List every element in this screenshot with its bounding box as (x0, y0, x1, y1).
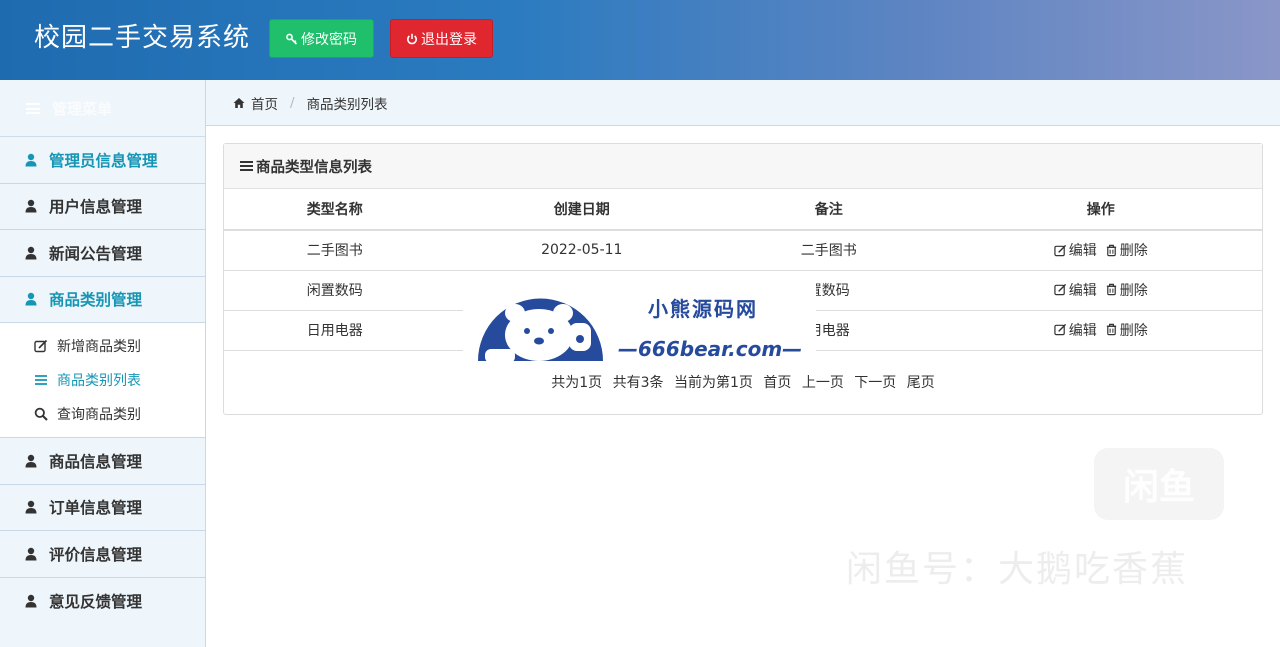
list-icon (240, 161, 253, 171)
cell-actions: 编辑 删除 (939, 310, 1262, 351)
edit-link[interactable]: 编辑 (1054, 320, 1097, 340)
category-submenu: 新增商品类别 商品类别列表 查询商品类别 (0, 323, 205, 438)
edit-icon (1054, 324, 1066, 336)
trash-icon (1106, 324, 1116, 336)
pager-first-link[interactable]: 首页 (763, 375, 791, 391)
user-icon (25, 293, 37, 306)
edit-link[interactable]: 编辑 (1054, 240, 1097, 260)
delete-link[interactable]: 删除 (1105, 280, 1148, 300)
breadcrumb-separator: / (290, 94, 295, 111)
pagination: 共为1页 共有3条 当前为第1页 首页 上一页 下一页 尾页 (224, 372, 1262, 392)
key-icon (286, 33, 298, 45)
user-icon (25, 153, 37, 167)
sidebar-heading: 管理菜单 (0, 80, 205, 137)
sidebar-item-goods-category[interactable]: 商品类别管理 (0, 276, 205, 323)
list-icon (35, 375, 47, 385)
user-icon (25, 200, 37, 213)
home-icon (233, 97, 245, 108)
panel-heading: 商品类型信息列表 (224, 144, 1262, 189)
delete-link[interactable]: 删除 (1105, 240, 1148, 260)
logout-label: 退出登录 (421, 31, 477, 48)
trash-icon (1106, 244, 1116, 256)
sidebar-item-goods[interactable]: 商品信息管理 (0, 438, 205, 485)
user-icon (25, 594, 37, 608)
category-list-panel: 商品类型信息列表 类型名称 创建日期 备注 操作 二手图书 2022-05-11… (223, 143, 1263, 415)
cell-actions: 编辑 删除 (939, 270, 1262, 311)
sidebar: 管理菜单 管理员信息管理 用户信息管理 新闻公告管理 商品类别管理 新增商品类别… (0, 80, 206, 647)
pager-total-items: 共有3条 (612, 374, 664, 391)
xianyu-watermark-badge: 闲鱼 (1094, 448, 1224, 520)
search-icon (34, 407, 48, 421)
cell-name: 闲置数码 (224, 270, 446, 311)
table-row: 二手图书 2022-05-11 二手图书 编辑 删除 (224, 230, 1262, 271)
change-password-button[interactable]: 修改密码 (269, 19, 374, 58)
user-icon (25, 501, 37, 514)
user-icon (25, 547, 37, 561)
bear-watermark-title: 小熊源码网 (648, 297, 758, 321)
cell-date: 2022-05-11 (445, 230, 719, 271)
column-header: 操作 (939, 189, 1262, 231)
edit-link[interactable]: 编辑 (1054, 280, 1097, 300)
submenu-add-category[interactable]: 新增商品类别 (0, 329, 205, 363)
user-icon (25, 454, 37, 468)
delete-link[interactable]: 删除 (1105, 320, 1148, 340)
sidebar-item-reviews[interactable]: 评价信息管理 (0, 531, 205, 578)
top-header: 校园二手交易系统 修改密码 退出登录 (0, 0, 1280, 80)
breadcrumb: 首页 / 商品类别列表 (206, 80, 1280, 126)
column-header: 备注 (718, 189, 940, 231)
bear-watermark-url: —666bear.com— (618, 337, 803, 361)
pager-prev-link[interactable]: 上一页 (802, 375, 844, 391)
sidebar-item-users[interactable]: 用户信息管理 (0, 183, 205, 230)
submenu-category-list[interactable]: 商品类别列表 (0, 363, 205, 397)
pager-total-pages: 共为1页 (551, 374, 603, 391)
sidebar-item-feedback[interactable]: 意见反馈管理 (0, 577, 205, 624)
logout-button[interactable]: 退出登录 (390, 19, 493, 58)
bear-watermark: 小熊源码网 —666bear.com— (463, 283, 816, 371)
cell-name: 二手图书 (224, 230, 446, 271)
sidebar-item-orders[interactable]: 订单信息管理 (0, 484, 205, 531)
table-header-row: 类型名称 创建日期 备注 操作 (224, 189, 1262, 231)
edit-icon (34, 339, 48, 353)
user-icon (25, 246, 37, 260)
change-password-label: 修改密码 (301, 31, 357, 48)
sidebar-item-admin[interactable]: 管理员信息管理 (0, 137, 205, 184)
trash-icon (1106, 284, 1116, 296)
breadcrumb-home[interactable]: 首页 (251, 93, 278, 113)
edit-icon (1054, 284, 1066, 296)
breadcrumb-current: 商品类别列表 (306, 96, 388, 113)
edit-icon (1054, 244, 1066, 256)
cell-note: 二手图书 (718, 230, 940, 271)
pager-current-page: 当前为第1页 (674, 374, 753, 391)
cell-actions: 编辑 删除 (939, 230, 1262, 271)
power-icon (407, 33, 417, 44)
bear-logo-icon (478, 298, 603, 363)
sidebar-item-news[interactable]: 新闻公告管理 (0, 230, 205, 277)
menu-icon (26, 102, 40, 114)
column-header: 类型名称 (224, 189, 446, 231)
xianyu-watermark-text: 闲鱼号：大鹅吃香蕉 (846, 549, 1189, 590)
submenu-search-category[interactable]: 查询商品类别 (0, 397, 205, 431)
pager-last-link[interactable]: 尾页 (907, 375, 935, 391)
cell-name: 日用电器 (224, 310, 446, 351)
app-title: 校园二手交易系统 (34, 23, 251, 53)
column-header: 创建日期 (445, 189, 719, 231)
pager-next-link[interactable]: 下一页 (854, 375, 896, 391)
